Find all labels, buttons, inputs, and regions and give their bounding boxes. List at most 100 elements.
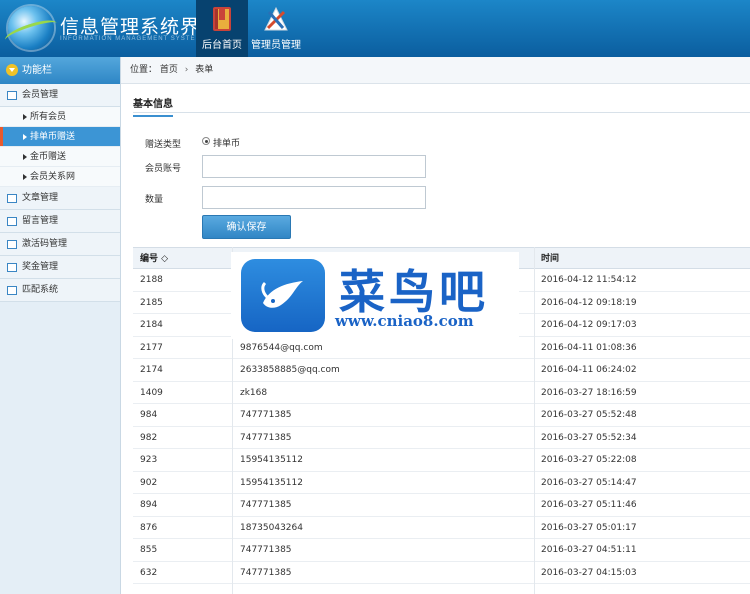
sidebar-group-bonus[interactable]: 奖金管理 bbox=[0, 256, 120, 279]
table-row: 923 15954135112 2016-03-27 05:22:08 bbox=[133, 449, 750, 472]
column-header-time: 时间 bbox=[541, 254, 560, 264]
cell-account: 747771385 bbox=[240, 432, 292, 443]
confirm-save-button[interactable]: 确认保存 bbox=[202, 215, 291, 239]
table-row: 632 747771385 2016-03-27 04:15:03 bbox=[133, 562, 750, 584]
sidebar-item-all-members[interactable]: 所有会员 bbox=[0, 107, 120, 127]
cell-id: 855 bbox=[140, 545, 158, 555]
chevron-down-icon bbox=[6, 64, 18, 76]
table-row: 2174 2633858885@qq.com 2016-04-11 06:24:02 bbox=[133, 359, 750, 382]
cell-time: 2016-03-27 05:14:47 bbox=[541, 477, 637, 488]
sidebar-group-label: 匹配系统 bbox=[22, 285, 59, 295]
tab-home[interactable]: 后台首页 bbox=[196, 0, 248, 57]
breadcrumb-home-link[interactable]: 首页 bbox=[160, 65, 178, 75]
cell-id: 2174 bbox=[140, 365, 163, 375]
breadcrumb-separator: › bbox=[184, 65, 189, 75]
sidebar: 功能栏 会员管理 所有会员 排单币赠送 金币赠送 会员关系网 文章管理 留言管理… bbox=[0, 57, 121, 594]
cell-time: 2016-04-11 06:24:02 bbox=[541, 365, 637, 375]
gift-type-label: 赠送类型 bbox=[145, 140, 182, 150]
cell-account: 747771385 bbox=[240, 410, 292, 420]
table-row: 894 747771385 2016-03-27 05:11:46 bbox=[133, 494, 750, 517]
cell-time: 2016-04-12 09:17:03 bbox=[541, 320, 637, 330]
cell-id: 2177 bbox=[140, 342, 163, 353]
cell-id: 894 bbox=[140, 500, 158, 510]
sidebar-item-label: 所有会员 bbox=[30, 112, 67, 122]
sidebar-item-member-network[interactable]: 会员关系网 bbox=[0, 167, 120, 187]
cell-account: 15954135112 bbox=[240, 455, 303, 465]
arrow-right-icon bbox=[23, 114, 27, 120]
cell-id: 632 bbox=[140, 567, 158, 578]
member-account-input[interactable] bbox=[202, 155, 426, 178]
breadcrumb-prefix: 位置： bbox=[130, 65, 158, 75]
tools-icon bbox=[264, 6, 288, 31]
watermark: 菜鸟吧 www.cniao8.com bbox=[231, 252, 519, 339]
tab-home-label: 后台首页 bbox=[202, 40, 242, 51]
bonus-icon bbox=[7, 263, 17, 272]
cell-time: 2016-03-27 04:51:11 bbox=[541, 545, 637, 555]
cell-id: 2185 bbox=[140, 297, 163, 308]
table-row: 1409 zk168 2016-03-27 18:16:59 bbox=[133, 382, 750, 404]
sidebar-group-member[interactable]: 会员管理 bbox=[0, 84, 120, 107]
cell-account: 15954135112 bbox=[240, 477, 303, 488]
message-icon bbox=[7, 217, 17, 226]
cell-time: 2016-04-12 11:54:12 bbox=[541, 275, 637, 285]
column-header-id[interactable]: 编号 ◇ bbox=[140, 248, 168, 270]
cell-id: 923 bbox=[140, 455, 158, 465]
cell-id: 1409 bbox=[140, 387, 163, 398]
cell-time: 2016-03-27 05:52:48 bbox=[541, 410, 637, 420]
sidebar-group-matching[interactable]: 匹配系统 bbox=[0, 279, 120, 302]
cell-time: 2016-04-11 01:08:36 bbox=[541, 342, 637, 353]
tab-admin-manage[interactable]: 管理员管理 bbox=[250, 0, 302, 57]
cell-id: 902 bbox=[140, 477, 158, 488]
member-account-label: 会员账号 bbox=[145, 164, 182, 174]
table-row: 982 747771385 2016-03-27 05:52:34 bbox=[133, 427, 750, 449]
sidebar-item-gold-gift[interactable]: 金币赠送 bbox=[0, 147, 120, 167]
sidebar-item-order-coin-gift[interactable]: 排单币赠送 bbox=[0, 127, 120, 147]
sidebar-item-label: 会员关系网 bbox=[30, 172, 76, 182]
bird-icon bbox=[261, 281, 303, 308]
sidebar-heading-label: 功能栏 bbox=[22, 65, 52, 76]
gift-type-radio[interactable] bbox=[202, 137, 210, 145]
member-icon bbox=[7, 91, 17, 100]
cell-account: 747771385 bbox=[240, 500, 292, 510]
cell-account: 2633858885@qq.com bbox=[240, 365, 340, 375]
gift-type-option-label: 排单币 bbox=[213, 139, 241, 149]
book-icon bbox=[213, 7, 231, 31]
cell-time: 2016-03-27 05:52:34 bbox=[541, 432, 637, 443]
sidebar-group-label: 文章管理 bbox=[22, 193, 59, 203]
sidebar-group-activation-code[interactable]: 激活码管理 bbox=[0, 233, 120, 256]
cell-time: 2016-03-27 05:01:17 bbox=[541, 522, 637, 533]
column-divider bbox=[534, 247, 535, 594]
cell-account: 9876544@qq.com bbox=[240, 342, 323, 353]
app-subtitle: INFORMATION MANAGEMENT SYSTEM GUI bbox=[60, 36, 218, 42]
table-row: 902 15954135112 2016-03-27 05:14:47 bbox=[133, 472, 750, 494]
cell-id: 984 bbox=[140, 410, 158, 420]
cell-id: 982 bbox=[140, 432, 158, 443]
cell-time: 2016-03-27 18:16:59 bbox=[541, 387, 637, 398]
table-row: 876 18735043264 2016-03-27 05:01:17 bbox=[133, 517, 750, 539]
quantity-label: 数量 bbox=[145, 195, 164, 205]
cell-time: 2016-03-27 05:22:08 bbox=[541, 455, 637, 465]
bird-logo-icon bbox=[241, 259, 325, 332]
sidebar-group-label: 留言管理 bbox=[22, 216, 59, 226]
cell-account: 747771385 bbox=[240, 567, 292, 578]
sidebar-group-label: 激活码管理 bbox=[22, 239, 68, 249]
cell-account: 18735043264 bbox=[240, 522, 303, 533]
arrow-right-icon bbox=[23, 134, 27, 140]
sidebar-group-label: 奖金管理 bbox=[22, 262, 59, 272]
sidebar-item-label: 金币赠送 bbox=[30, 152, 67, 162]
globe-logo-icon bbox=[8, 6, 54, 50]
match-icon bbox=[7, 286, 17, 295]
cell-time: 2016-03-27 05:11:46 bbox=[541, 500, 637, 510]
table-row: 2177 9876544@qq.com 2016-04-11 01:08:36 bbox=[133, 337, 750, 359]
sidebar-group-article[interactable]: 文章管理 bbox=[0, 187, 120, 210]
cell-time: 2016-03-27 04:15:03 bbox=[541, 567, 637, 578]
sidebar-item-label: 排单币赠送 bbox=[30, 132, 76, 142]
sidebar-heading[interactable]: 功能栏 bbox=[0, 57, 120, 84]
arrow-right-icon bbox=[23, 154, 27, 160]
sidebar-group-message[interactable]: 留言管理 bbox=[0, 210, 120, 233]
breadcrumb: 位置： 首页 › 表单 bbox=[121, 57, 750, 84]
section-divider bbox=[133, 112, 750, 113]
breadcrumb-current: 表单 bbox=[195, 65, 214, 75]
sidebar-group-label: 会员管理 bbox=[22, 90, 59, 100]
quantity-input[interactable] bbox=[202, 186, 426, 209]
